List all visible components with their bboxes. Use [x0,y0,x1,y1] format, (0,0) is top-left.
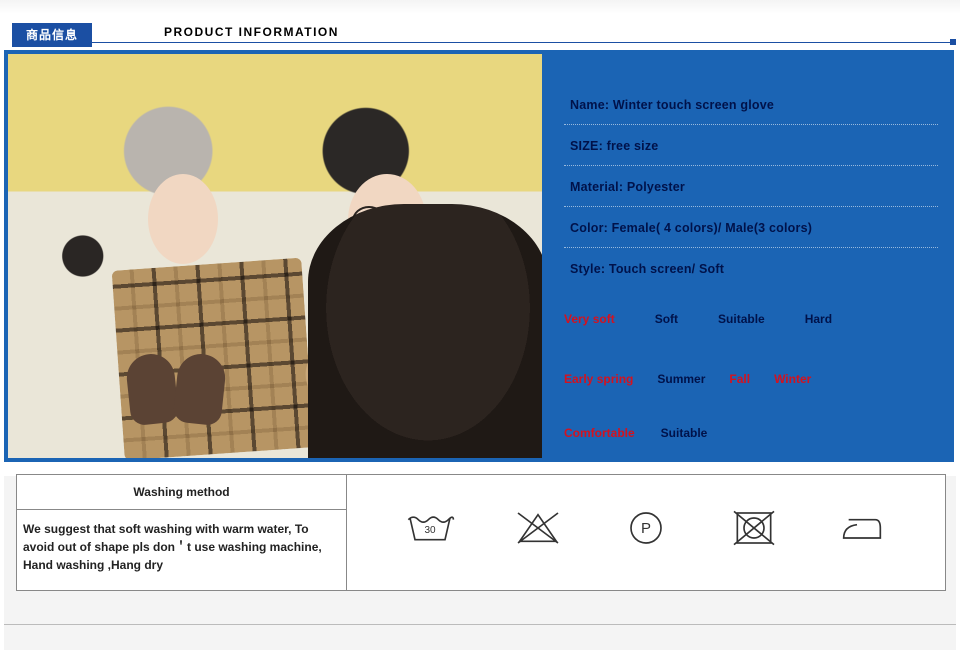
season-scale: Early spring Summer Fall Winter [564,372,914,386]
model-face-left [148,174,218,264]
glove-female-right [172,352,227,427]
header-tab-cn: 商品信息 [12,23,92,47]
softness-hard: Hard [805,312,832,326]
softness-very-soft: Very soft [564,312,615,326]
washing-method-body: We suggest that soft washing with warm w… [17,510,347,591]
spec-style: Style: Touch screen/ Soft [564,248,938,288]
season-early-spring: Early spring [564,372,633,386]
comfort-comfortable: Comfortable [564,426,635,440]
washing-table: Washing method 30 [16,474,946,591]
do-not-bleach-icon [513,508,563,548]
season-summer: Summer [657,372,705,386]
softness-scale: Very soft Soft Suitable Hard [564,312,914,326]
comfort-suitable: Suitable [661,426,708,440]
care-icon-row: 30 P [347,493,945,563]
softness-suitable: Suitable [718,312,765,326]
glasses-icon [352,206,424,224]
glove-male-right [364,307,444,400]
spec-color: Color: Female( 4 colors)/ Male(3 colors) [564,207,938,248]
product-photo [8,54,542,458]
bottom-rule [4,624,956,625]
do-not-tumble-dry-icon [729,508,779,548]
iron-icon [837,508,887,548]
page-top-fade [0,0,960,14]
section-header: 商品信息 PRODUCT INFORMATION [12,23,956,43]
product-info-panel: Name: Winter touch screen glove SIZE: fr… [4,50,954,462]
spec-material: Material: Polyester [564,166,938,207]
svg-text:30: 30 [424,525,436,536]
spec-name: Name: Winter touch screen glove [564,68,938,125]
care-icons-cell: 30 P [347,475,946,591]
dry-clean-p-icon: P [621,508,671,548]
glove-female-left [124,352,179,427]
softness-soft: Soft [655,312,678,326]
wash-30-icon: 30 [405,508,455,548]
comfort-scale: Comfortable Suitable [564,426,914,440]
header-title-en: PRODUCT INFORMATION [164,25,339,39]
spec-size: SIZE: free size [564,125,938,166]
glove-male-left [299,338,377,430]
spec-list: Name: Winter touch screen glove SIZE: fr… [564,68,938,288]
season-winter: Winter [774,372,811,386]
washing-method-header: Washing method [17,475,347,510]
model-face-right [348,174,426,266]
season-fall: Fall [729,372,750,386]
svg-text:P: P [641,520,651,537]
